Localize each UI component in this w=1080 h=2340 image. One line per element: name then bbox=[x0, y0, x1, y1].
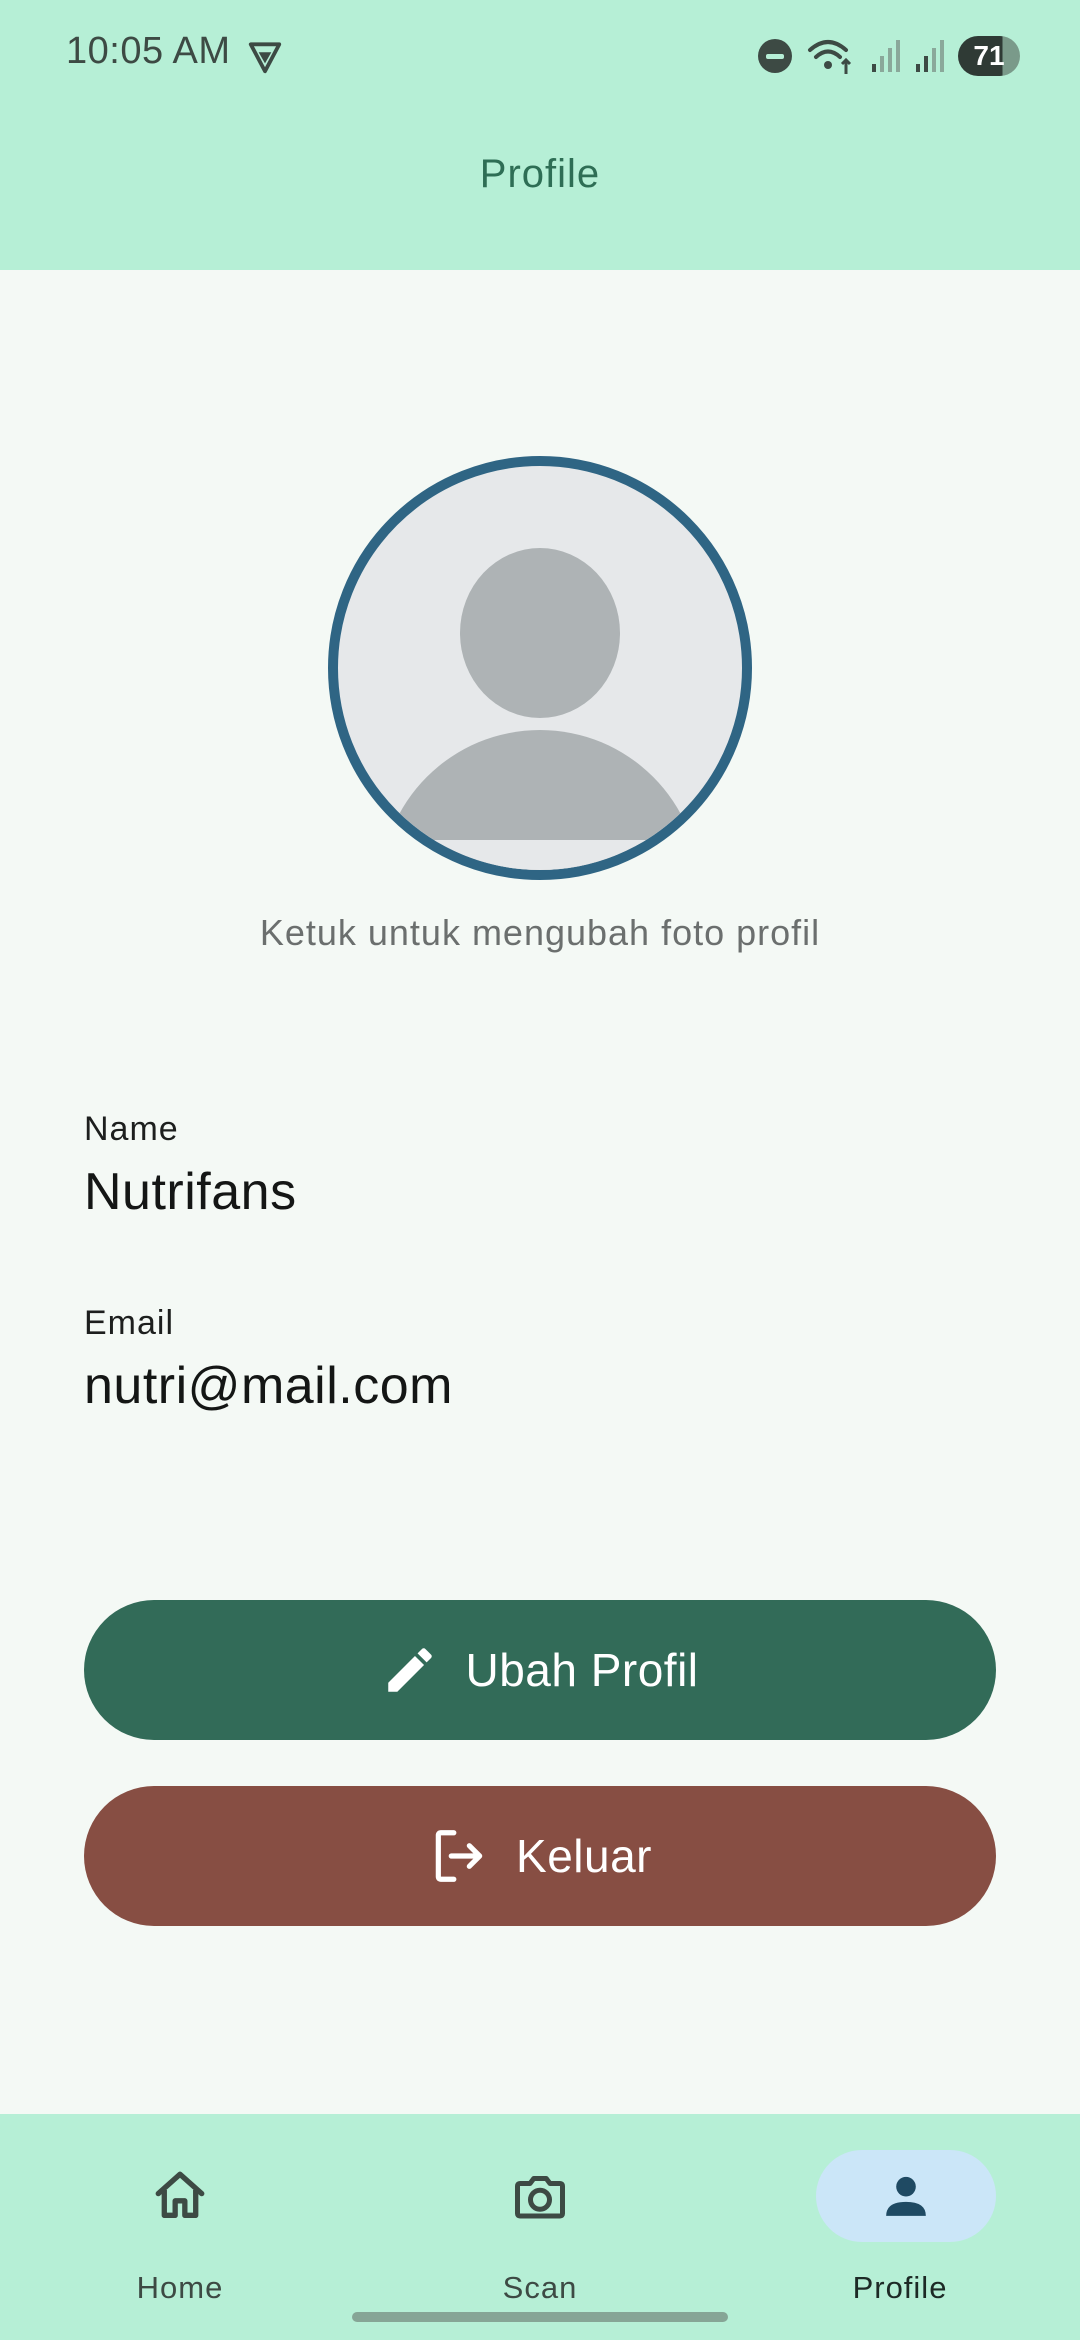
vpn-icon bbox=[248, 42, 282, 74]
do-not-disturb-icon bbox=[758, 39, 792, 73]
nav-item-profile[interactable]: Profile bbox=[720, 2114, 1080, 2314]
nav-label-scan: Scan bbox=[502, 2270, 578, 2305]
name-label: Name bbox=[84, 1110, 179, 1148]
email-value: nutri@mail.com bbox=[84, 1357, 453, 1415]
logout-icon bbox=[435, 1830, 483, 1882]
email-label: Email bbox=[84, 1304, 175, 1342]
gesture-home-indicator[interactable] bbox=[352, 2312, 728, 2322]
camera-icon bbox=[515, 2176, 565, 2219]
signal-icon bbox=[916, 40, 944, 72]
page-title: Profile bbox=[479, 152, 601, 196]
pencil-icon bbox=[388, 1648, 433, 1692]
nav-item-home[interactable]: Home bbox=[0, 2114, 360, 2314]
logout-button[interactable]: Keluar bbox=[84, 1786, 996, 1926]
avatar[interactable] bbox=[328, 456, 752, 880]
status-time: 10:05 AM bbox=[66, 30, 231, 72]
logout-label: Keluar bbox=[516, 1830, 652, 1882]
bottom-navigation: Home Scan Profile bbox=[0, 2114, 1080, 2340]
status-icons: 71 bbox=[758, 34, 1020, 78]
home-icon bbox=[155, 2171, 205, 2218]
nav-label-home: Home bbox=[136, 2270, 224, 2305]
avatar-placeholder-head bbox=[460, 548, 620, 718]
edit-profile-label: Ubah Profil bbox=[465, 1644, 699, 1696]
signal-icon bbox=[872, 40, 900, 72]
nav-icon-container bbox=[112, 2150, 248, 2242]
battery-icon: 71 bbox=[958, 36, 1020, 76]
wifi-icon bbox=[808, 40, 852, 74]
top-app-bar: 10:05 AM 71 Profile bbox=[0, 0, 1080, 270]
nav-item-scan[interactable]: Scan bbox=[360, 2114, 720, 2314]
name-value: Nutrifans bbox=[84, 1163, 297, 1221]
nav-active-indicator bbox=[816, 2150, 996, 2242]
nav-label-profile: Profile bbox=[852, 2270, 948, 2305]
person-icon bbox=[886, 2176, 926, 2216]
avatar-placeholder-base bbox=[338, 840, 742, 870]
nav-icon-container bbox=[472, 2150, 608, 2242]
edit-profile-button[interactable]: Ubah Profil bbox=[84, 1600, 996, 1740]
avatar-hint: Ketuk untuk mengubah foto profil bbox=[259, 912, 821, 953]
profile-screen: 10:05 AM 71 Profile Ketuk untuk mengubah… bbox=[0, 0, 1080, 2340]
